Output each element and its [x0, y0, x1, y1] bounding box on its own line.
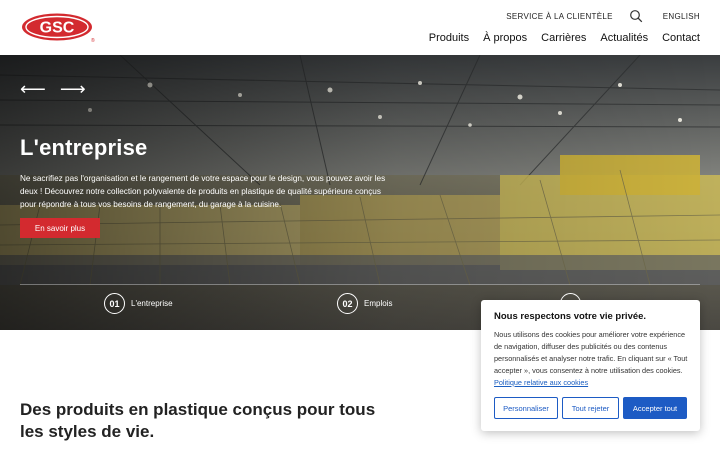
slide-step-1[interactable]: 01 L'entreprise	[104, 293, 173, 314]
customize-button[interactable]: Personnaliser	[494, 397, 558, 419]
site-header: GSC ® SERVICE À LA CLIENTÈLE ENGLISH Pro…	[0, 0, 720, 55]
cookie-body: Nous utilisons des cookies pour améliore…	[494, 330, 688, 375]
hero-title: L'entreprise	[20, 135, 148, 160]
cookie-policy-link[interactable]: Politique relative aux cookies	[494, 378, 588, 387]
customer-service-link[interactable]: SERVICE À LA CLIENTÈLE	[506, 12, 613, 21]
arrow-right-icon[interactable]: ⟶	[60, 80, 86, 98]
accept-all-button[interactable]: Accepter tout	[623, 397, 687, 419]
slider-arrows: ⟵ ⟶	[20, 80, 86, 98]
nav-item-about[interactable]: À propos	[483, 32, 527, 44]
arrow-left-icon[interactable]: ⟵	[20, 80, 46, 98]
nav-item-contact[interactable]: Contact	[662, 32, 700, 44]
step-number: 01	[104, 293, 125, 314]
step-label: Emplois	[364, 299, 393, 308]
main-nav: Produits À propos Carrières Actualités C…	[429, 32, 700, 44]
step-number: 02	[337, 293, 358, 314]
language-link[interactable]: ENGLISH	[663, 12, 700, 21]
hero-slider: ⟵ ⟶ L'entreprise Ne sacrifiez pas l'orga…	[0, 55, 720, 330]
nav-item-products[interactable]: Produits	[429, 32, 469, 44]
nav-item-careers[interactable]: Carrières	[541, 32, 586, 44]
step-label: L'entreprise	[131, 299, 173, 308]
svg-text:GSC: GSC	[40, 20, 75, 37]
cookie-title: Nous respectons votre vie privée.	[494, 311, 647, 322]
gsc-logo[interactable]: GSC ®	[21, 13, 95, 43]
nav-item-news[interactable]: Actualités	[600, 32, 648, 44]
cookie-text: Nous utilisons des cookies pour améliore…	[494, 329, 692, 389]
section-heading: Des produits en plastique conçus pour to…	[20, 400, 376, 441]
search-icon[interactable]	[629, 9, 643, 23]
slide-step-2[interactable]: 02 Emplois	[337, 293, 392, 314]
hero-description: Ne sacrifiez pas l'organisation et le ra…	[20, 174, 386, 209]
utility-bar: SERVICE À LA CLIENTÈLE ENGLISH	[506, 9, 700, 23]
cookie-consent-banner: Nous respectons votre vie privée. Nous u…	[481, 300, 700, 431]
svg-text:®: ®	[91, 37, 95, 43]
slider-progress-line	[20, 284, 700, 285]
reject-all-button[interactable]: Tout rejeter	[562, 397, 619, 419]
learn-more-button[interactable]: En savoir plus	[20, 218, 100, 238]
